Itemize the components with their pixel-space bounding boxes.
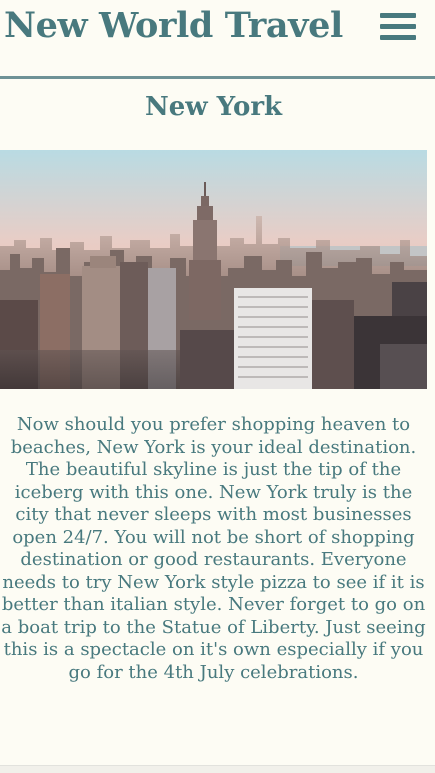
destination-description: Now should you prefer shopping heaven to… [1,414,426,683]
footer-edge [0,765,435,773]
new-york-skyline-photo [0,150,427,389]
destination-content: New York Now should you prefer shopping … [0,79,427,765]
page: New World Travel New York Now should you… [0,0,435,773]
menu-icon-bar [380,35,416,40]
site-header: New World Travel [0,0,435,76]
menu-icon-bar [380,13,416,18]
destination-heading: New York [144,92,283,122]
menu-button[interactable] [380,10,416,42]
page-gutter [427,79,435,765]
site-title[interactable]: New World Travel [4,4,343,48]
menu-icon-bar [380,24,416,29]
